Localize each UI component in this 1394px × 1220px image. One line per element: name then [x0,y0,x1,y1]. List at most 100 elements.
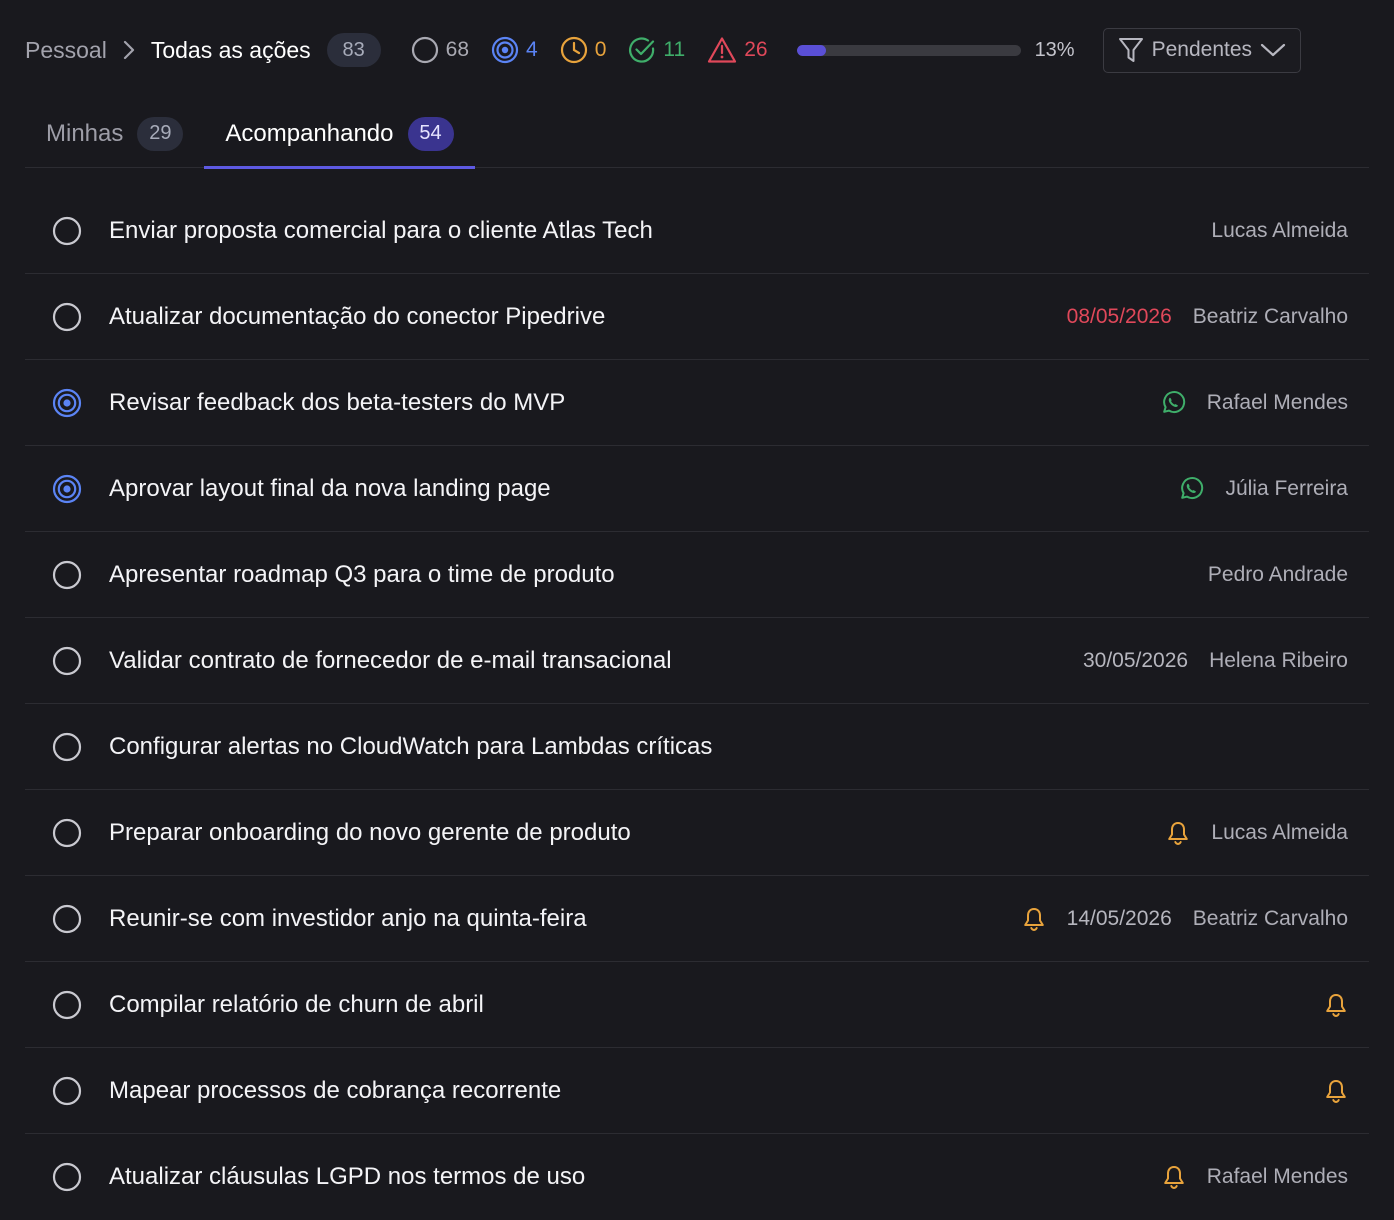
task-title[interactable]: Enviar proposta comercial para o cliente… [109,217,1211,245]
task-row[interactable]: Revisar feedback dos beta-testers do MVP… [25,360,1369,446]
task-due-date: 30/05/2026 [1082,648,1189,672]
task-row[interactable]: Aprovar layout final da nova landing pag… [25,446,1369,532]
task-row[interactable]: Atualizar documentação do conector Piped… [25,274,1369,360]
task-meta [1324,992,1348,1018]
bell-icon [1022,906,1046,932]
tab-label: Minhas [46,119,124,147]
target-icon [491,36,519,64]
task-meta: 14/05/2026 Beatriz Carvalho [1022,906,1348,932]
bell-icon [1324,992,1348,1018]
task-title[interactable]: Mapear processos de cobrança recorrente [109,1077,1324,1105]
status-open-icon[interactable] [52,818,82,848]
stat-overdue-count: 26 [744,38,768,61]
task-assignee: Helena Ribeiro [1209,648,1348,672]
tab-label: Acompanhando [225,119,394,147]
status-open-icon[interactable] [52,302,82,332]
task-title[interactable]: Aprovar layout final da nova landing pag… [109,475,1178,503]
stat-open-count: 68 [445,38,470,61]
breadcrumb-root[interactable]: Pessoal [25,37,107,64]
task-assignee: Beatriz Carvalho [1192,906,1348,930]
clock-icon [560,36,587,64]
task-assignee: Júlia Ferreira [1225,476,1348,500]
task-row[interactable]: Configurar alertas no CloudWatch para La… [25,704,1369,790]
task-list: Enviar proposta comercial para o cliente… [25,188,1369,1220]
task-row[interactable]: Preparar onboarding do novo gerente de p… [25,790,1369,876]
breadcrumb-current: Todas as ações [150,36,311,63]
chevron-right-icon [123,40,135,60]
circle-icon [411,36,438,64]
status-open-icon[interactable] [52,646,82,676]
filter-label: Pendentes [1151,38,1253,61]
status-open-icon[interactable] [52,990,82,1020]
tab-minhas[interactable]: Minhas 29 [25,100,204,167]
task-title[interactable]: Revisar feedback dos beta-testers do MVP [109,389,1160,417]
task-title[interactable]: Atualizar cláusulas LGPD nos termos de u… [109,1163,1162,1191]
status-open-icon[interactable] [52,216,82,246]
task-title[interactable]: Validar contrato de fornecedor de e-mail… [109,647,1083,675]
task-row[interactable]: Apresentar roadmap Q3 para o time de pro… [25,532,1369,618]
task-title[interactable]: Reunir-se com investidor anjo na quinta-… [109,905,1022,933]
task-assignee: Lucas Almeida [1211,820,1348,844]
status-open-icon[interactable] [52,732,82,762]
task-assignee: Rafael Mendes [1206,390,1348,414]
task-meta: Rafael Mendes [1162,1164,1348,1190]
whatsapp-icon [1160,390,1186,416]
task-meta: Lucas Almeida [1166,820,1348,846]
task-title[interactable]: Preparar onboarding do novo gerente de p… [109,819,1166,847]
stat-waiting-count: 0 [594,38,607,61]
task-row[interactable]: Validar contrato de fornecedor de e-mail… [25,618,1369,704]
progress-fill [796,44,826,56]
page: Pessoal Todas as ações 83 68 4 0 11 26 1… [0,0,1394,1220]
task-meta: Rafael Mendes [1160,390,1348,416]
task-title[interactable]: Atualizar documentação do conector Piped… [109,303,1067,331]
stat-open[interactable]: 68 [411,36,469,64]
task-meta: Lucas Almeida [1211,219,1348,243]
task-row[interactable]: Mapear processos de cobrança recorrente [25,1048,1369,1134]
task-title[interactable]: Configurar alertas no CloudWatch para La… [109,733,1348,761]
status-open-icon[interactable] [52,904,82,934]
bell-icon [1324,1078,1348,1104]
progress-bar [796,44,1021,56]
status-open-icon[interactable] [52,1162,82,1192]
task-due-date: 08/05/2026 [1066,304,1172,328]
stat-waiting[interactable]: 0 [560,36,607,64]
task-row[interactable]: Enviar proposta comercial para o cliente… [25,188,1369,274]
tab-count-badge: 54 [407,116,454,151]
task-assignee: Lucas Almeida [1211,218,1348,242]
tab-count-badge: 29 [137,116,184,151]
task-assignee: Pedro Andrade [1207,562,1348,586]
stat-done-count: 11 [663,38,686,61]
filter-icon [1118,38,1143,62]
task-meta [1324,1078,1348,1104]
bell-icon [1166,820,1190,846]
task-assignee: Beatriz Carvalho [1192,304,1348,328]
task-meta: 30/05/2026 Helena Ribeiro [1083,649,1348,673]
stat-in-progress-count: 4 [526,38,538,61]
status-open-icon[interactable] [52,1076,82,1106]
chevron-down-icon [1260,43,1286,57]
status-open-icon[interactable] [52,560,82,590]
total-count-badge: 83 [326,33,381,67]
whatsapp-icon [1178,476,1204,502]
tab-acompanhando[interactable]: Acompanhando 54 [204,100,475,169]
stat-in-progress[interactable]: 4 [491,36,538,64]
task-row[interactable]: Atualizar cláusulas LGPD nos termos de u… [25,1134,1369,1220]
task-assignee: Rafael Mendes [1206,1165,1348,1188]
header-bar: Pessoal Todas as ações 83 68 4 0 11 26 1… [25,0,1369,100]
task-meta: Júlia Ferreira [1178,476,1348,502]
task-due-date: 14/05/2026 [1066,906,1172,930]
task-title[interactable]: Apresentar roadmap Q3 para o time de pro… [109,561,1208,589]
bell-icon [1162,1164,1186,1190]
stat-overdue[interactable]: 26 [707,36,768,64]
status-in-progress-icon[interactable] [52,474,82,504]
task-meta: 08/05/2026 Beatriz Carvalho [1067,305,1348,329]
progress-label: 13% [1034,38,1075,61]
stat-done[interactable]: 11 [628,36,685,64]
task-row[interactable]: Compilar relatório de churn de abril [25,962,1369,1048]
task-title[interactable]: Compilar relatório de churn de abril [109,991,1324,1019]
check-circle-icon [629,37,655,63]
task-row[interactable]: Reunir-se com investidor anjo na quinta-… [25,876,1369,962]
warning-triangle-icon [708,37,737,63]
status-in-progress-icon[interactable] [52,388,82,418]
filter-dropdown[interactable]: Pendentes [1102,27,1302,73]
